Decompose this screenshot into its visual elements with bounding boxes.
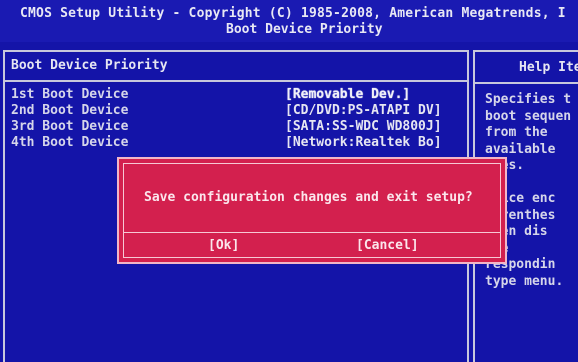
page-title: Boot Device Priority [226, 22, 383, 37]
boot-device-1-label: 1st Boot Device [11, 87, 129, 102]
ok-button[interactable]: [Ok] [208, 238, 239, 253]
help-line: available [485, 141, 556, 157]
utility-title: CMOS Setup Utility - Copyright (C) 1985-… [20, 6, 566, 21]
boot-device-2-label: 2nd Boot Device [11, 103, 129, 118]
main-panel-header: Boot Device Priority [11, 58, 168, 73]
help-panel-divider [475, 82, 578, 84]
help-line: from the [485, 125, 548, 140]
help-line: boot sequen [485, 108, 572, 124]
dialog-frame: Save configuration changes and exit setu… [123, 163, 501, 258]
boot-device-1-value[interactable]: [Removable Dev.] [285, 87, 410, 102]
help-line: type menu. [485, 273, 564, 289]
boot-device-3-label: 3rd Boot Device [11, 119, 129, 134]
boot-device-3-value[interactable]: [SATA:SS-WDC WD800J] [285, 119, 442, 134]
save-exit-dialog: Save configuration changes and exit setu… [117, 157, 507, 264]
boot-device-2-value[interactable]: [CD/DVD:PS-ATAPI DV] [285, 103, 442, 118]
boot-device-4-value[interactable]: [Network:Realtek Bo] [285, 135, 442, 150]
main-panel-divider [5, 80, 467, 82]
help-line: Specifies t [485, 92, 572, 107]
help-panel-header: Help Ite [519, 60, 578, 75]
dialog-divider [124, 232, 500, 233]
cancel-button[interactable]: [Cancel] [356, 238, 419, 253]
title-bar: CMOS Setup Utility - Copyright (C) 1985-… [0, 0, 578, 42]
dialog-message: Save configuration changes and exit setu… [144, 190, 473, 205]
boot-device-4-label: 4th Boot Device [11, 135, 129, 150]
